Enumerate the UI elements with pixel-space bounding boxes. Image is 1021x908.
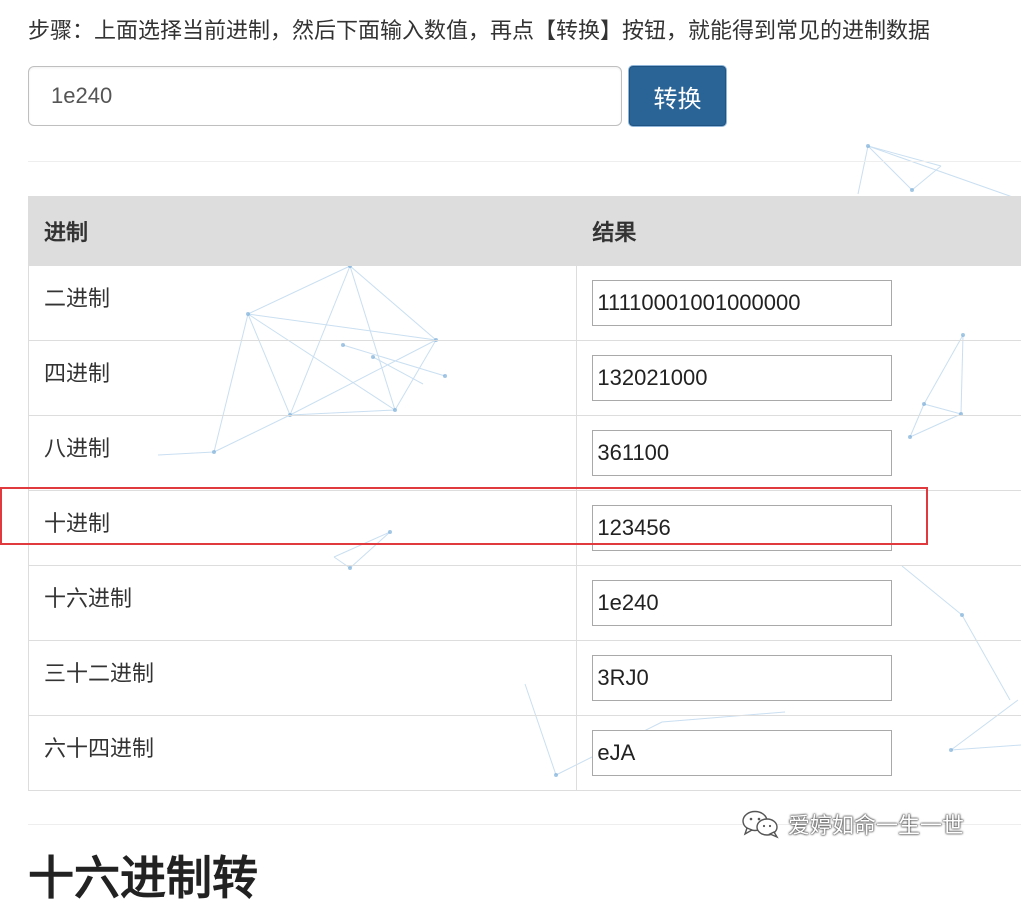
number-value-input[interactable] [28, 66, 622, 126]
base-label: 三十二进制 [44, 662, 154, 687]
watermark-text: 爱婷如命一生一世 [788, 808, 964, 840]
instruction-text: 步骤：上面选择当前进制，然后下面输入数值，再点【转换】按钮，就能得到常见的进制数… [28, 16, 1021, 48]
watermark: 爱婷如命一生一世 [740, 808, 964, 840]
base-cell: 二进制 [29, 266, 577, 341]
table-header-row: 进制 结果 [29, 197, 1021, 266]
base-cell: 六十四进制 [29, 716, 577, 791]
base-cell: 十进制 [29, 491, 577, 566]
base-label: 四进制 [44, 362, 110, 387]
base64-result-field[interactable] [592, 730, 892, 776]
table-row: 八进制 [29, 416, 1021, 491]
convert-button[interactable]: 转换 [629, 66, 726, 126]
table-row: 四进制 [29, 341, 1021, 416]
table-row: 十进制 [29, 491, 1021, 566]
base-label: 十六进制 [44, 587, 132, 612]
conversion-results-table: 进制 结果 二进制 四进制 八进制 十进制 十六进制 三十二进制 六 [28, 196, 1021, 791]
base-cell: 四进制 [29, 341, 577, 416]
table-row: 三十二进制 [29, 641, 1021, 716]
header-result: 结果 [577, 197, 1021, 266]
divider [28, 161, 1021, 162]
base-label: 八进制 [44, 437, 110, 462]
binary-result-field[interactable] [592, 280, 892, 326]
table-row: 二进制 [29, 266, 1021, 341]
base-cell: 十六进制 [29, 566, 577, 641]
table-row: 十六进制 [29, 566, 1021, 641]
base32-result-field[interactable] [592, 655, 892, 701]
result-cell [577, 266, 1021, 341]
hexadecimal-result-field[interactable] [592, 580, 892, 626]
result-cell [577, 491, 1021, 566]
quaternary-result-field[interactable] [592, 355, 892, 401]
base-label: 十进制 [44, 512, 110, 537]
wechat-icon [740, 809, 782, 839]
result-cell [577, 341, 1021, 416]
base-label: 六十四进制 [44, 737, 154, 762]
header-base: 进制 [29, 197, 577, 266]
decimal-result-field[interactable] [592, 505, 892, 551]
result-cell [577, 716, 1021, 791]
octal-result-field[interactable] [592, 430, 892, 476]
table-row: 六十四进制 [29, 716, 1021, 791]
base-label: 二进制 [44, 287, 110, 312]
base-cell: 八进制 [29, 416, 577, 491]
result-cell [577, 566, 1021, 641]
result-cell [577, 416, 1021, 491]
result-cell [577, 641, 1021, 716]
base-cell: 三十二进制 [29, 641, 577, 716]
section-heading: 十六进制转 [28, 848, 258, 908]
